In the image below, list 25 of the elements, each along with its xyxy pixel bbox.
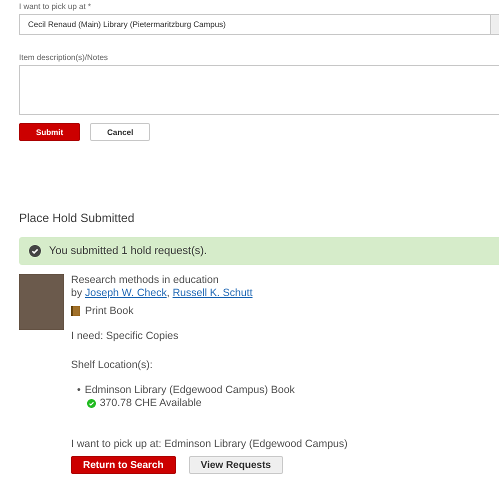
format-label: Print Book bbox=[85, 305, 134, 317]
check-circle-icon bbox=[29, 245, 41, 257]
by-label: by bbox=[71, 287, 82, 299]
bullet-text: • bbox=[77, 384, 81, 398]
field-label: Item description(s)/Notes bbox=[19, 53, 109, 62]
book-cover-placeholder bbox=[19, 274, 64, 330]
notes-input-field[interactable] bbox=[19, 65, 499, 115]
call-number: 370.78 CHE Available bbox=[100, 397, 202, 410]
view-requests-button[interactable]: View Requests bbox=[188, 456, 283, 474]
cancel-button[interactable]: Cancel bbox=[90, 123, 150, 141]
author-link[interactable]: Russell K. Schutt bbox=[172, 287, 253, 299]
separator-text: , bbox=[166, 287, 170, 299]
need-text: I need: Specific Copies bbox=[71, 330, 180, 343]
section-heading: Place Hold Submitted bbox=[19, 211, 136, 225]
book-title: Research methods in education bbox=[71, 274, 220, 287]
submit-button[interactable]: Submit bbox=[19, 123, 80, 141]
pickup-select[interactable]: Cecil Renaud (Main) Library (Pietermaritzburg Campus) bbox=[19, 14, 499, 35]
book-icon bbox=[71, 306, 80, 316]
field-label: I want to pick up at * bbox=[19, 2, 92, 11]
location-name: Edminson Library (Edgewood Campus) Book bbox=[84, 384, 295, 397]
shelf-label: Shelf Location(s): bbox=[71, 359, 154, 372]
alert-message: You submitted 1 hold request(s). bbox=[49, 245, 207, 257]
pickup-text: I want to pick up at: Edminson Library (Edgewood Campus) bbox=[71, 438, 348, 451]
author-link[interactable]: Joseph W. Check bbox=[85, 287, 167, 299]
return-to-search-button[interactable]: Return to Search bbox=[71, 456, 176, 474]
